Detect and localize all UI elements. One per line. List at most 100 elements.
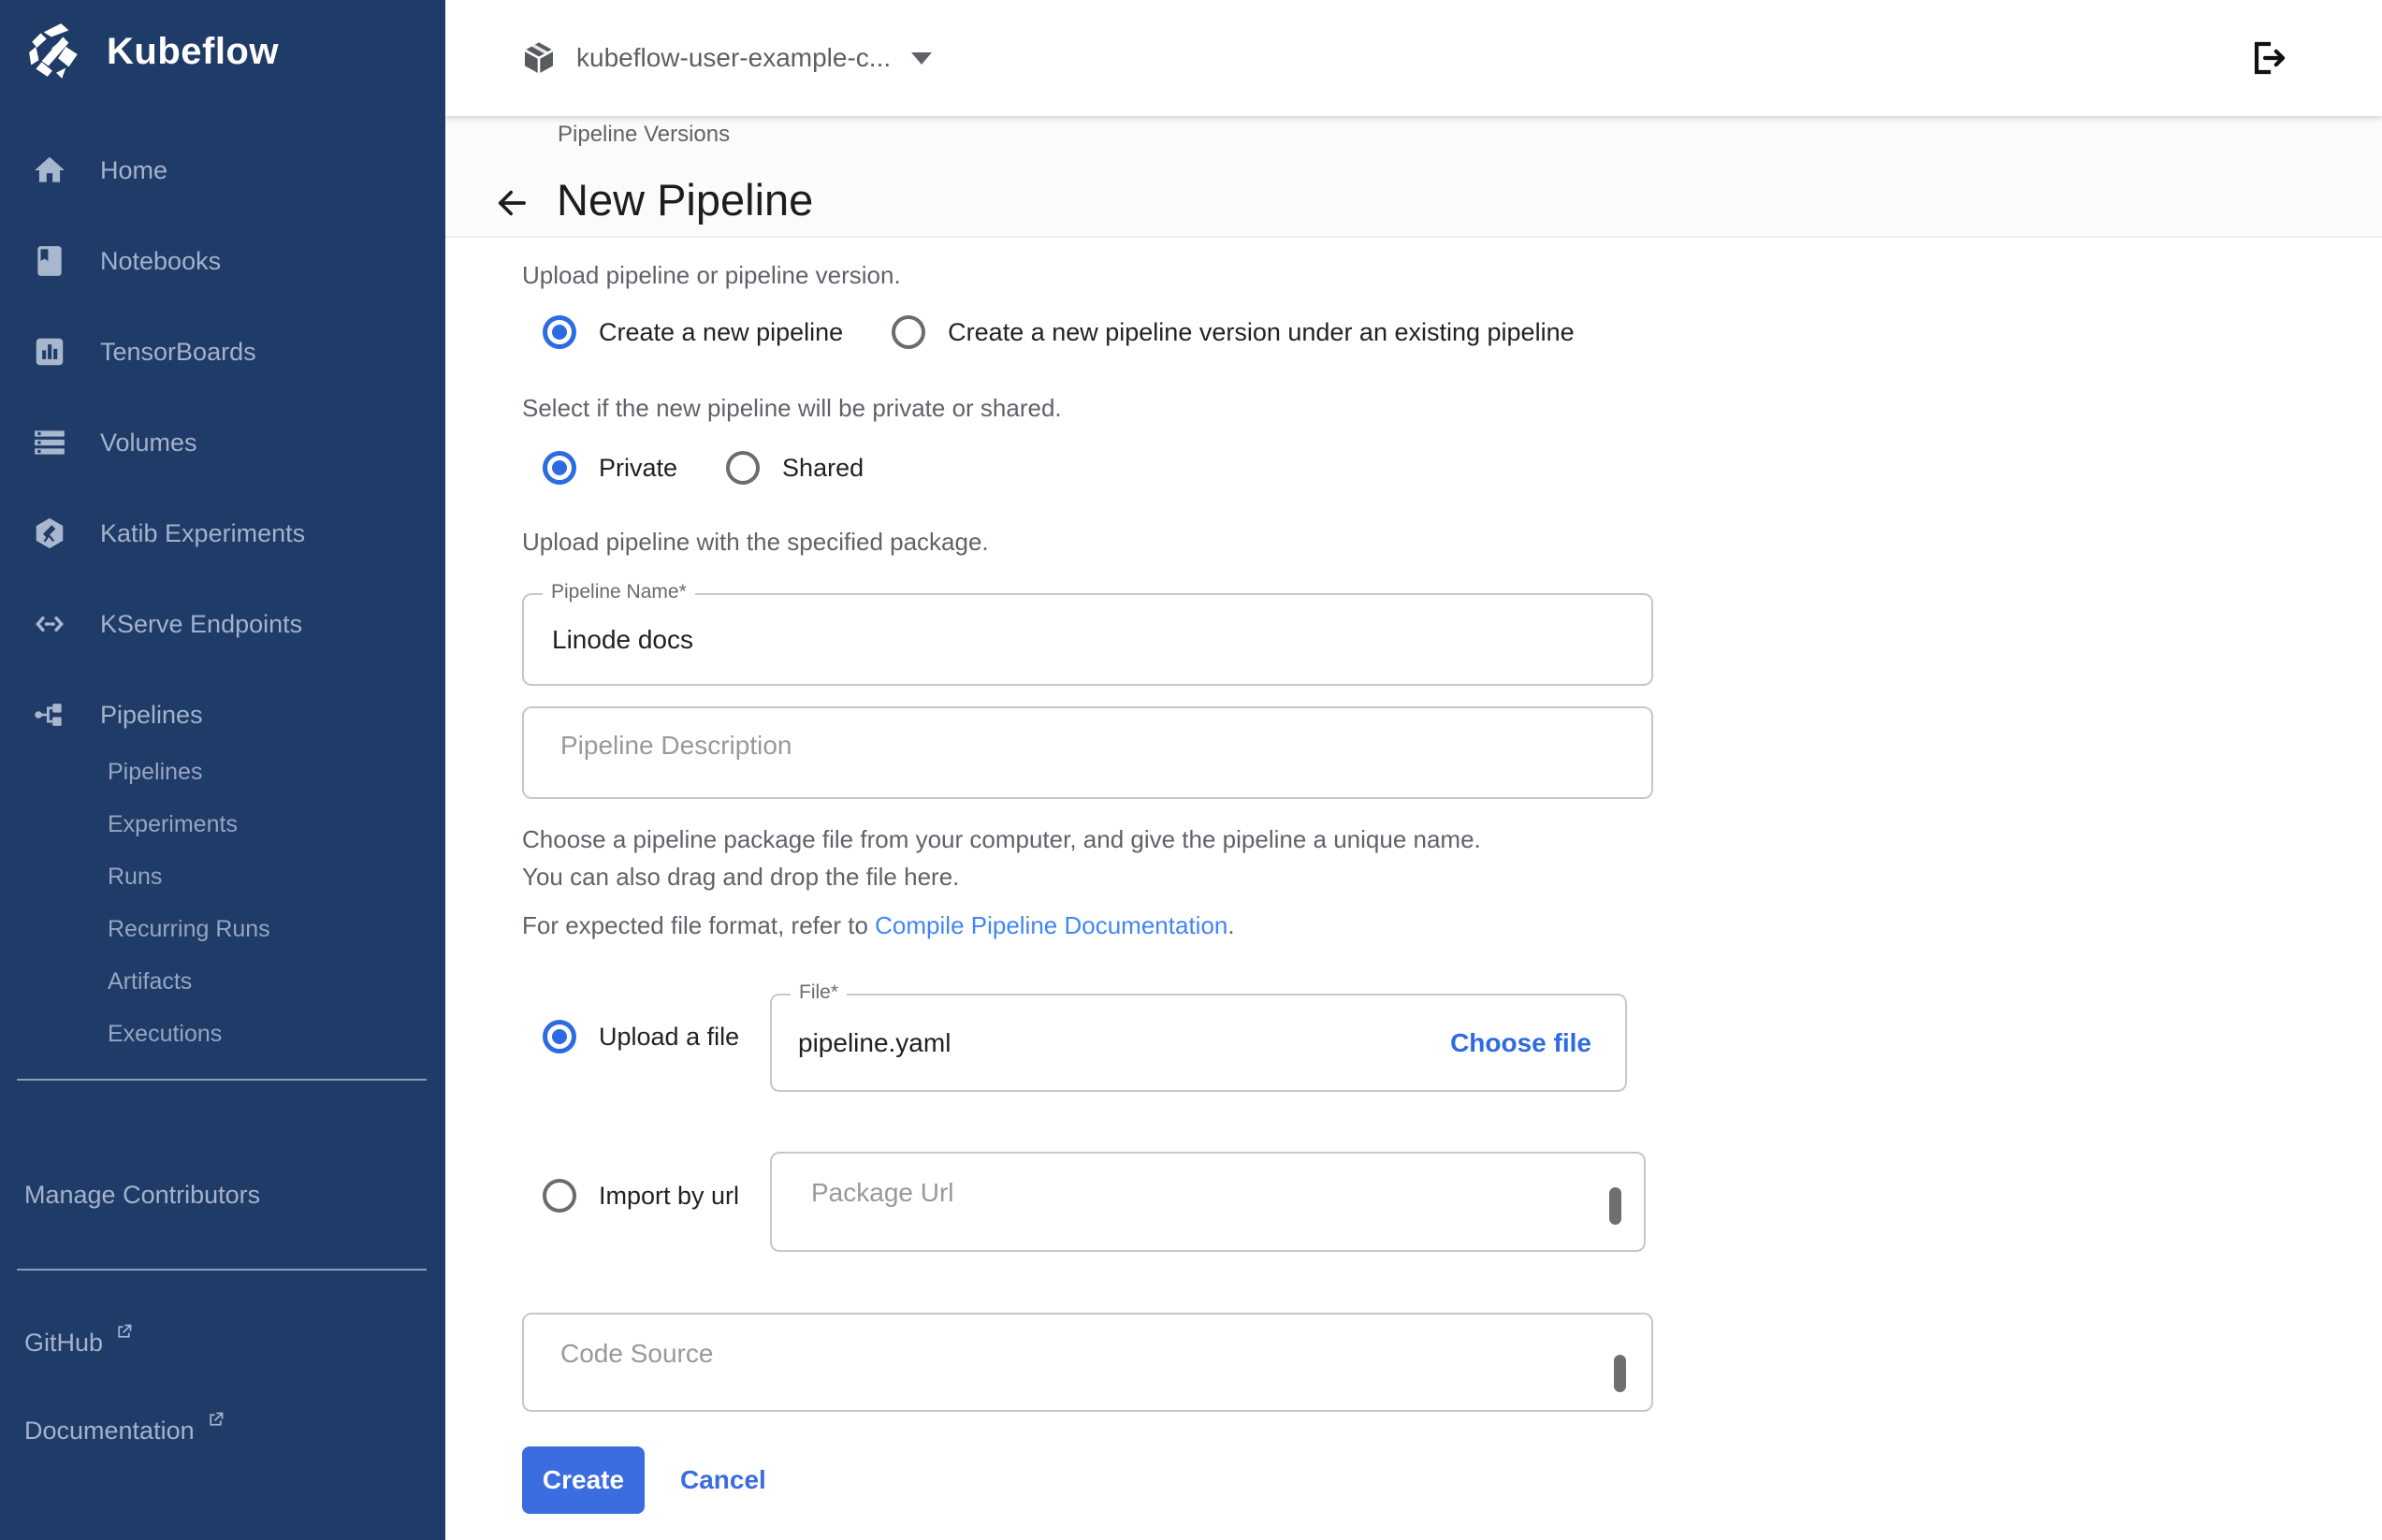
cancel-button[interactable]: Cancel xyxy=(680,1465,766,1495)
radio-shared[interactable] xyxy=(726,451,760,485)
sidebar-item-label: GitHub xyxy=(24,1329,103,1358)
choose-file-help-line2: You can also drag and drop the file here… xyxy=(522,858,1481,895)
sidebar-item-tensorboards[interactable]: TensorBoards xyxy=(0,307,445,397)
storage-icon xyxy=(31,424,68,461)
code-arrows-icon xyxy=(31,605,68,643)
sidebar-item-label: Notebooks xyxy=(100,247,221,276)
sidebar-subitem-label: Experiments xyxy=(108,811,238,838)
logout-button[interactable] xyxy=(2245,36,2290,80)
choose-file-help-line1: Choose a pipeline package file from your… xyxy=(522,821,1481,858)
sidebar-subitem-pipelines[interactable]: Pipelines xyxy=(108,746,202,798)
pipeline-description-field[interactable]: Pipeline Description xyxy=(522,706,1653,799)
sidebar-item-volumes[interactable]: Volumes xyxy=(0,398,445,487)
package-url-field[interactable]: Package Url xyxy=(770,1152,1646,1252)
namespace-label: kubeflow-user-example-c... xyxy=(576,43,891,73)
upload-intro-text: Upload pipeline or pipeline version. xyxy=(522,261,901,290)
notebook-icon xyxy=(31,242,68,280)
namespace-selector[interactable]: kubeflow-user-example-c... xyxy=(520,0,932,116)
file-format-text: For expected file format, refer to Compi… xyxy=(522,911,1235,940)
arrow-left-icon xyxy=(492,183,531,223)
kubeflow-logo[interactable]: Kubeflow xyxy=(24,21,279,82)
external-link-icon xyxy=(114,1322,134,1342)
sidebar-item-label: Manage Contributors xyxy=(24,1181,260,1210)
top-bar: kubeflow-user-example-c... xyxy=(445,0,2382,116)
sidebar-subitem-experiments[interactable]: Experiments xyxy=(108,798,238,850)
sidebar-item-documentation[interactable]: Documentation xyxy=(24,1417,225,1446)
file-format-suffix: . xyxy=(1227,911,1234,939)
sidebar-divider xyxy=(17,1269,427,1271)
page-header: Pipeline Versions New Pipeline xyxy=(445,116,2382,238)
radio-create-pipeline-version[interactable] xyxy=(892,315,925,349)
package-prompt-text: Upload pipeline with the specified packa… xyxy=(522,528,989,557)
sidebar-subitem-runs[interactable]: Runs xyxy=(108,850,162,903)
code-source-placeholder: Code Source xyxy=(560,1339,713,1369)
scrollbar-thumb[interactable] xyxy=(1609,1187,1621,1225)
code-source-field[interactable]: Code Source xyxy=(522,1313,1653,1412)
sidebar-item-label: TensorBoards xyxy=(100,338,256,367)
sidebar-item-label: Documentation xyxy=(24,1417,195,1446)
create-button[interactable]: Create xyxy=(522,1446,645,1514)
sidebar-item-label: Katib Experiments xyxy=(100,519,305,548)
pipeline-description-placeholder: Pipeline Description xyxy=(560,731,792,761)
sidebar-item-manage-contributors[interactable]: Manage Contributors xyxy=(24,1181,260,1210)
pipeline-name-field[interactable]: Pipeline Name* Linode docs xyxy=(522,593,1653,686)
radio-upload-a-file[interactable] xyxy=(543,1020,576,1053)
external-link-icon xyxy=(206,1410,225,1430)
sidebar-subitem-label: Pipelines xyxy=(108,759,202,786)
package-cube-icon xyxy=(520,39,558,77)
import-by-url-radio-row: Import by url xyxy=(543,1179,739,1213)
radio-label[interactable]: Import by url xyxy=(599,1182,739,1211)
file-field[interactable]: File* pipeline.yaml Choose file xyxy=(770,994,1627,1092)
sidebar-item-katib-experiments[interactable]: Katib Experiments xyxy=(0,488,445,578)
choose-file-help-text: Choose a pipeline package file from your… xyxy=(522,821,1481,895)
katib-hexagon-icon xyxy=(31,515,68,552)
visibility-prompt-text: Select if the new pipeline will be priva… xyxy=(522,394,1062,423)
sidebar-subitem-executions[interactable]: Executions xyxy=(108,1008,222,1060)
file-format-prefix: For expected file format, refer to xyxy=(522,911,875,939)
sidebar-item-notebooks[interactable]: Notebooks xyxy=(0,216,445,306)
sidebar-subitem-label: Artifacts xyxy=(108,968,192,995)
page-title: New Pipeline xyxy=(557,174,813,225)
sidebar-item-kserve-endpoints[interactable]: KServe Endpoints xyxy=(0,579,445,669)
pipelines-flow-icon xyxy=(31,696,68,734)
pipeline-type-radio-group: Create a new pipeline Create a new pipel… xyxy=(543,315,1575,349)
radio-label[interactable]: Create a new pipeline xyxy=(599,318,843,347)
sidebar-subitem-artifacts[interactable]: Artifacts xyxy=(108,955,192,1008)
radio-label[interactable]: Create a new pipeline version under an e… xyxy=(948,318,1574,347)
choose-file-button[interactable]: Choose file xyxy=(1450,1028,1591,1058)
sidebar-subitem-label: Recurring Runs xyxy=(108,916,270,943)
radio-label[interactable]: Upload a file xyxy=(599,1023,739,1052)
pipeline-name-value: Linode docs xyxy=(552,625,693,655)
radio-import-by-url[interactable] xyxy=(543,1179,576,1213)
visibility-radio-group: Private Shared xyxy=(543,451,864,485)
radio-create-new-pipeline[interactable] xyxy=(543,315,576,349)
breadcrumb[interactable]: Pipeline Versions xyxy=(558,122,730,148)
compile-pipeline-documentation-link[interactable]: Compile Pipeline Documentation xyxy=(875,911,1227,939)
file-field-value: pipeline.yaml xyxy=(798,1028,951,1058)
kubeflow-logo-icon xyxy=(24,21,86,82)
scrollbar-thumb[interactable] xyxy=(1614,1355,1626,1392)
pipeline-name-label: Pipeline Name* xyxy=(543,581,695,603)
back-button[interactable] xyxy=(492,183,531,223)
sidebar-subitem-recurring-runs[interactable]: Recurring Runs xyxy=(108,903,270,955)
sidebar-item-home[interactable]: Home xyxy=(0,125,445,215)
sidebar-item-pipelines[interactable]: Pipelines xyxy=(0,670,445,760)
sidebar-item-label: KServe Endpoints xyxy=(100,610,302,639)
sidebar-item-label: Home xyxy=(100,156,167,185)
home-icon xyxy=(31,152,68,189)
sidebar-subitem-label: Executions xyxy=(108,1021,222,1048)
radio-label[interactable]: Private xyxy=(599,454,677,483)
chevron-down-icon xyxy=(911,52,932,65)
package-url-placeholder: Package Url xyxy=(811,1178,954,1208)
radio-private[interactable] xyxy=(543,451,576,485)
bar-chart-icon xyxy=(31,333,68,370)
sidebar-item-label: Volumes xyxy=(100,429,197,458)
sidebar: Kubeflow Home Notebooks TensorBoards Vol xyxy=(0,0,445,1540)
sidebar-subitem-label: Runs xyxy=(108,864,162,891)
sidebar-divider xyxy=(17,1079,427,1081)
sidebar-item-github[interactable]: GitHub xyxy=(24,1329,134,1358)
sidebar-item-label: Pipelines xyxy=(100,701,203,730)
upload-file-radio-row: Upload a file xyxy=(543,1020,739,1053)
logout-icon xyxy=(2245,36,2290,80)
radio-label[interactable]: Shared xyxy=(782,454,864,483)
